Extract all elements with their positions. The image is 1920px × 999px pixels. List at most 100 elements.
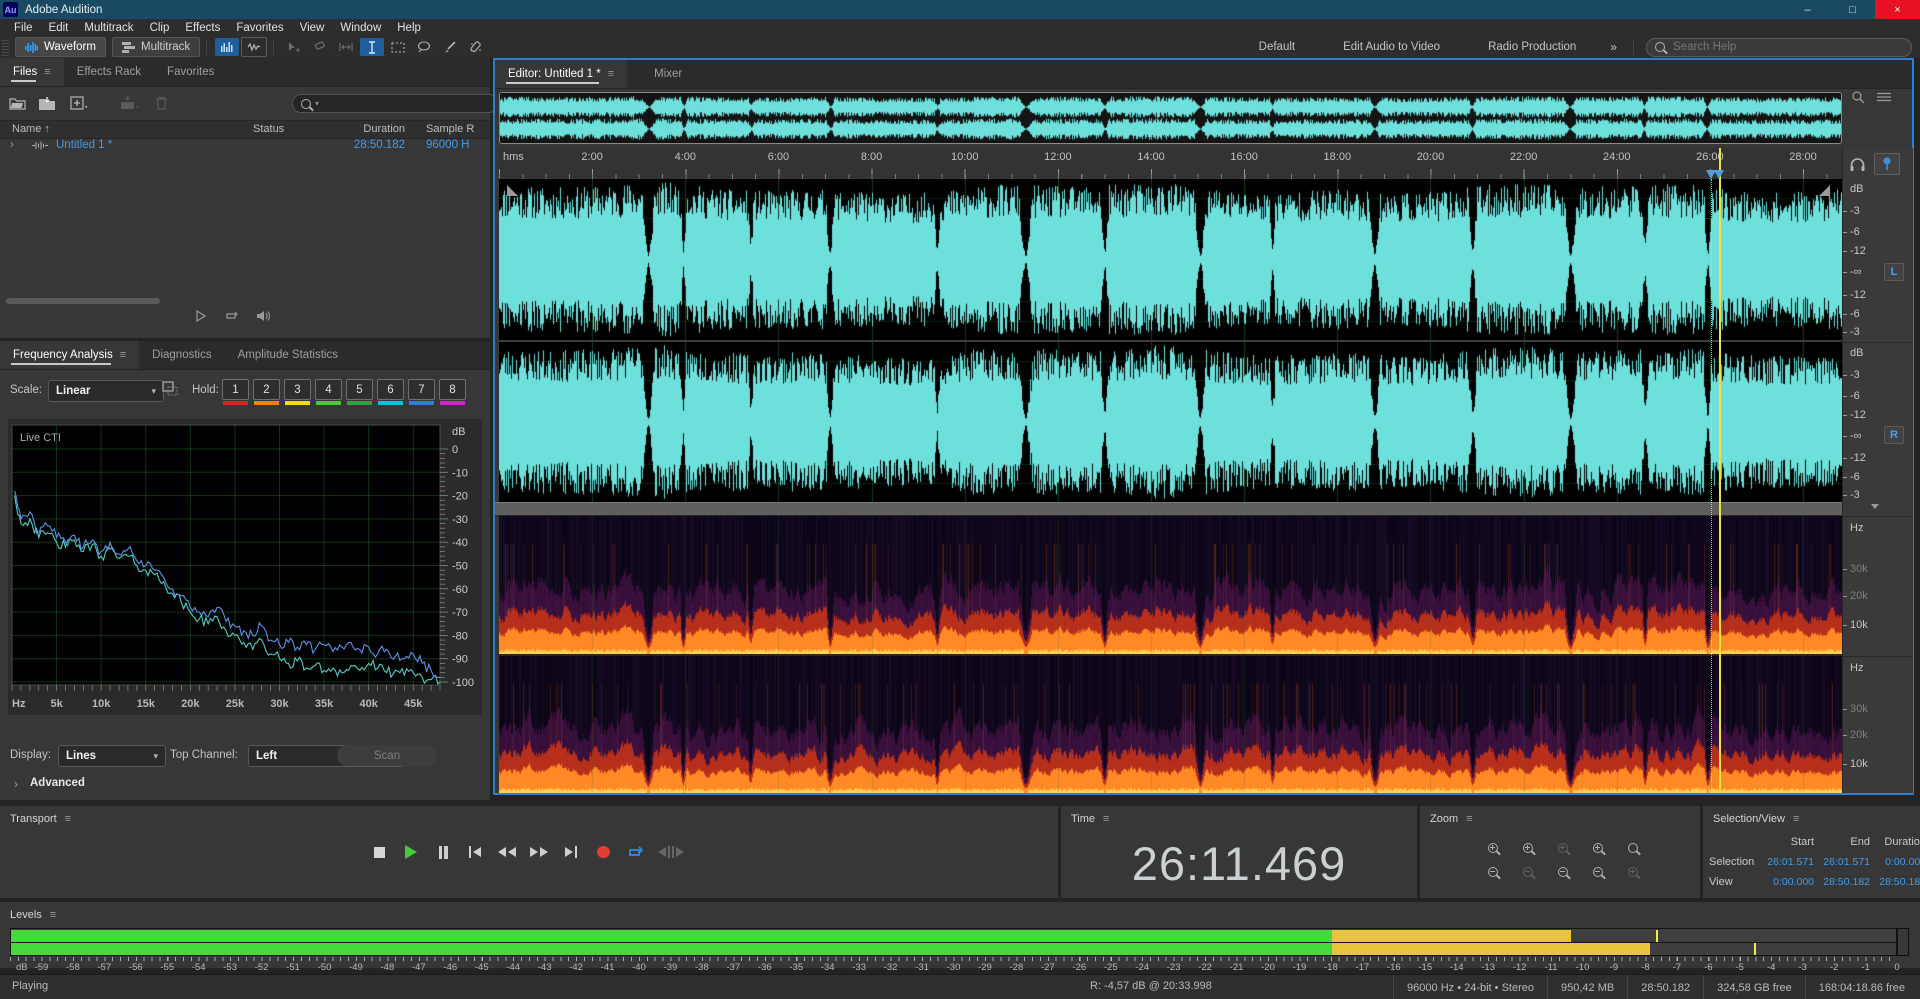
spectral-left-channel[interactable]: [499, 516, 1842, 654]
advanced-section-label[interactable]: Advanced: [30, 777, 85, 789]
rewind-button[interactable]: [498, 842, 516, 862]
files-horizontal-scrollbar[interactable]: [6, 298, 160, 304]
slip-tool[interactable]: [334, 38, 358, 56]
column-duration[interactable]: Duration: [300, 123, 405, 135]
selview-value[interactable]: 28:50.182: [1873, 876, 1920, 888]
db-ruler-left[interactable]: dB -3 -6 -12 -∞ -12 -6 -3 L: [1843, 179, 1913, 340]
preview-play-icon[interactable]: [196, 310, 206, 322]
zoom-to-selection-button[interactable]: [1589, 864, 1607, 880]
spectral-right-channel[interactable]: [499, 656, 1842, 793]
zoom-in-playhead-button[interactable]: [1554, 840, 1572, 856]
record-button[interactable]: [594, 842, 612, 862]
tab-mixer[interactable]: Mixer: [641, 60, 695, 88]
tab-files[interactable]: Files ≡: [0, 58, 64, 86]
selview-value[interactable]: 26:01.571: [1817, 856, 1873, 868]
overview-strip[interactable]: [499, 92, 1842, 144]
tab-favorites[interactable]: Favorites: [154, 58, 227, 86]
workspace-default[interactable]: Default: [1235, 41, 1319, 53]
zoom-full-button[interactable]: [1624, 864, 1642, 880]
close-button[interactable]: ×: [1875, 0, 1920, 19]
zoom-to-out-point-button[interactable]: [1554, 864, 1572, 880]
time-display[interactable]: 26:11.469: [1061, 836, 1417, 891]
overview-settings-icon[interactable]: [1876, 90, 1892, 104]
zoom-out-vertical-button[interactable]: [1484, 864, 1502, 880]
time-selection-tool[interactable]: [360, 38, 385, 56]
tab-effects-rack[interactable]: Effects Rack: [64, 58, 154, 86]
menu-item-multitrack[interactable]: Multitrack: [76, 22, 141, 34]
file-name[interactable]: Untitled 1 *: [56, 139, 112, 151]
advanced-expander-icon[interactable]: ›: [14, 777, 18, 791]
hz-ruler-right[interactable]: Hz 30k 20k 10k: [1843, 656, 1913, 794]
move-tool[interactable]: [282, 38, 306, 56]
spot-healing-brush-tool[interactable]: [464, 38, 488, 56]
display-splitter[interactable]: [495, 502, 1912, 516]
rail-dropdown-icon[interactable]: [1871, 504, 1879, 509]
minimize-button[interactable]: –: [1785, 0, 1830, 19]
panel-menu-icon[interactable]: ≡: [44, 66, 50, 78]
hz-ruler-left[interactable]: Hz 30k 20k 10k: [1843, 516, 1913, 655]
frequency-analysis-graph[interactable]: dB 0 -10 -20 -30 -40 -50 -60 -70 -80 -90 -100 Hz 5k 10…: [8, 419, 482, 715]
menu-item-effects[interactable]: Effects: [177, 22, 228, 34]
waveform-view-button[interactable]: Waveform: [15, 37, 106, 57]
overview-waveform-canvas[interactable]: [500, 93, 1841, 143]
zoom-to-in-point-button[interactable]: [1589, 840, 1607, 856]
menu-item-clip[interactable]: Clip: [142, 22, 178, 34]
zoom-out-horizontal-button[interactable]: [1519, 864, 1537, 880]
expander-icon[interactable]: ›: [10, 139, 14, 151]
new-file-icon[interactable]: [68, 94, 90, 112]
menu-item-edit[interactable]: Edit: [41, 22, 77, 34]
menu-item-help[interactable]: Help: [389, 22, 429, 34]
lasso-selection-tool[interactable]: [412, 38, 436, 56]
pause-button[interactable]: [434, 842, 452, 862]
marquee-selection-tool[interactable]: [386, 38, 410, 56]
skip-selection-button[interactable]: [658, 842, 684, 862]
waveform-left-channel[interactable]: [499, 179, 1842, 340]
move-to-next-button[interactable]: [562, 842, 580, 862]
menu-item-file[interactable]: File: [6, 22, 41, 34]
file-row[interactable]: › Untitled 1 * 28:50.182 96000 H: [0, 138, 490, 155]
selview-value[interactable]: 0:00.000: [1761, 876, 1817, 888]
hold-button-2[interactable]: 2: [253, 379, 280, 400]
panel-menu-icon[interactable]: ≡: [608, 68, 614, 80]
panel-menu-icon[interactable]: ≡: [120, 349, 126, 361]
copy-frequency-frame-icon[interactable]: [162, 381, 179, 396]
workspace-overflow-button[interactable]: »: [1600, 40, 1627, 54]
waveform-right-channel[interactable]: [499, 342, 1842, 502]
help-search-box[interactable]: [1646, 37, 1912, 57]
scale-select[interactable]: Linear ▾: [48, 380, 164, 402]
column-status[interactable]: Status: [253, 123, 284, 135]
open-file-icon[interactable]: [6, 94, 28, 112]
multitrack-view-button[interactable]: Multitrack: [111, 37, 201, 57]
panel-menu-icon[interactable]: ≡: [50, 909, 56, 921]
panel-menu-icon[interactable]: ≡: [1103, 813, 1109, 825]
column-name[interactable]: Name ↑: [12, 123, 50, 135]
move-to-previous-button[interactable]: [466, 842, 484, 862]
menu-item-view[interactable]: View: [292, 22, 333, 34]
playhead-pin-button[interactable]: [1874, 153, 1900, 175]
channel-badge-l[interactable]: L: [1884, 262, 1904, 281]
spectral-display-tool[interactable]: [215, 38, 240, 56]
stop-button[interactable]: [370, 842, 388, 862]
channel-badge-r[interactable]: R: [1884, 426, 1904, 445]
headphones-icon[interactable]: [1849, 157, 1866, 172]
hold-button-5[interactable]: 5: [346, 379, 373, 400]
panel-menu-icon[interactable]: ≡: [65, 813, 71, 825]
help-search-input[interactable]: [1671, 40, 1865, 54]
tab-editor[interactable]: Editor: Untitled 1 * ≡: [495, 60, 628, 88]
maximize-button[interactable]: □: [1830, 0, 1875, 19]
workspace-edit-audio-to-video[interactable]: Edit Audio to Video: [1319, 41, 1464, 53]
preview-loop-icon[interactable]: [224, 310, 238, 322]
menu-item-favorites[interactable]: Favorites: [228, 22, 291, 34]
workspace-radio-production[interactable]: Radio Production: [1464, 41, 1600, 53]
preview-autoplay-speaker-icon[interactable]: [256, 310, 271, 322]
import-file-icon[interactable]: [36, 94, 58, 112]
column-sample-rate[interactable]: Sample R: [426, 123, 490, 135]
zoom-full-icon[interactable]: [1851, 90, 1867, 104]
razor-tool[interactable]: [308, 38, 332, 56]
hold-button-1[interactable]: 1: [222, 379, 249, 400]
selview-value[interactable]: 26:01.571: [1761, 856, 1817, 868]
tab-frequency-analysis[interactable]: Frequency Analysis ≡: [0, 341, 140, 369]
files-search-box[interactable]: ▾: [292, 94, 498, 113]
hold-button-4[interactable]: 4: [315, 379, 342, 400]
hold-button-7[interactable]: 7: [408, 379, 435, 400]
